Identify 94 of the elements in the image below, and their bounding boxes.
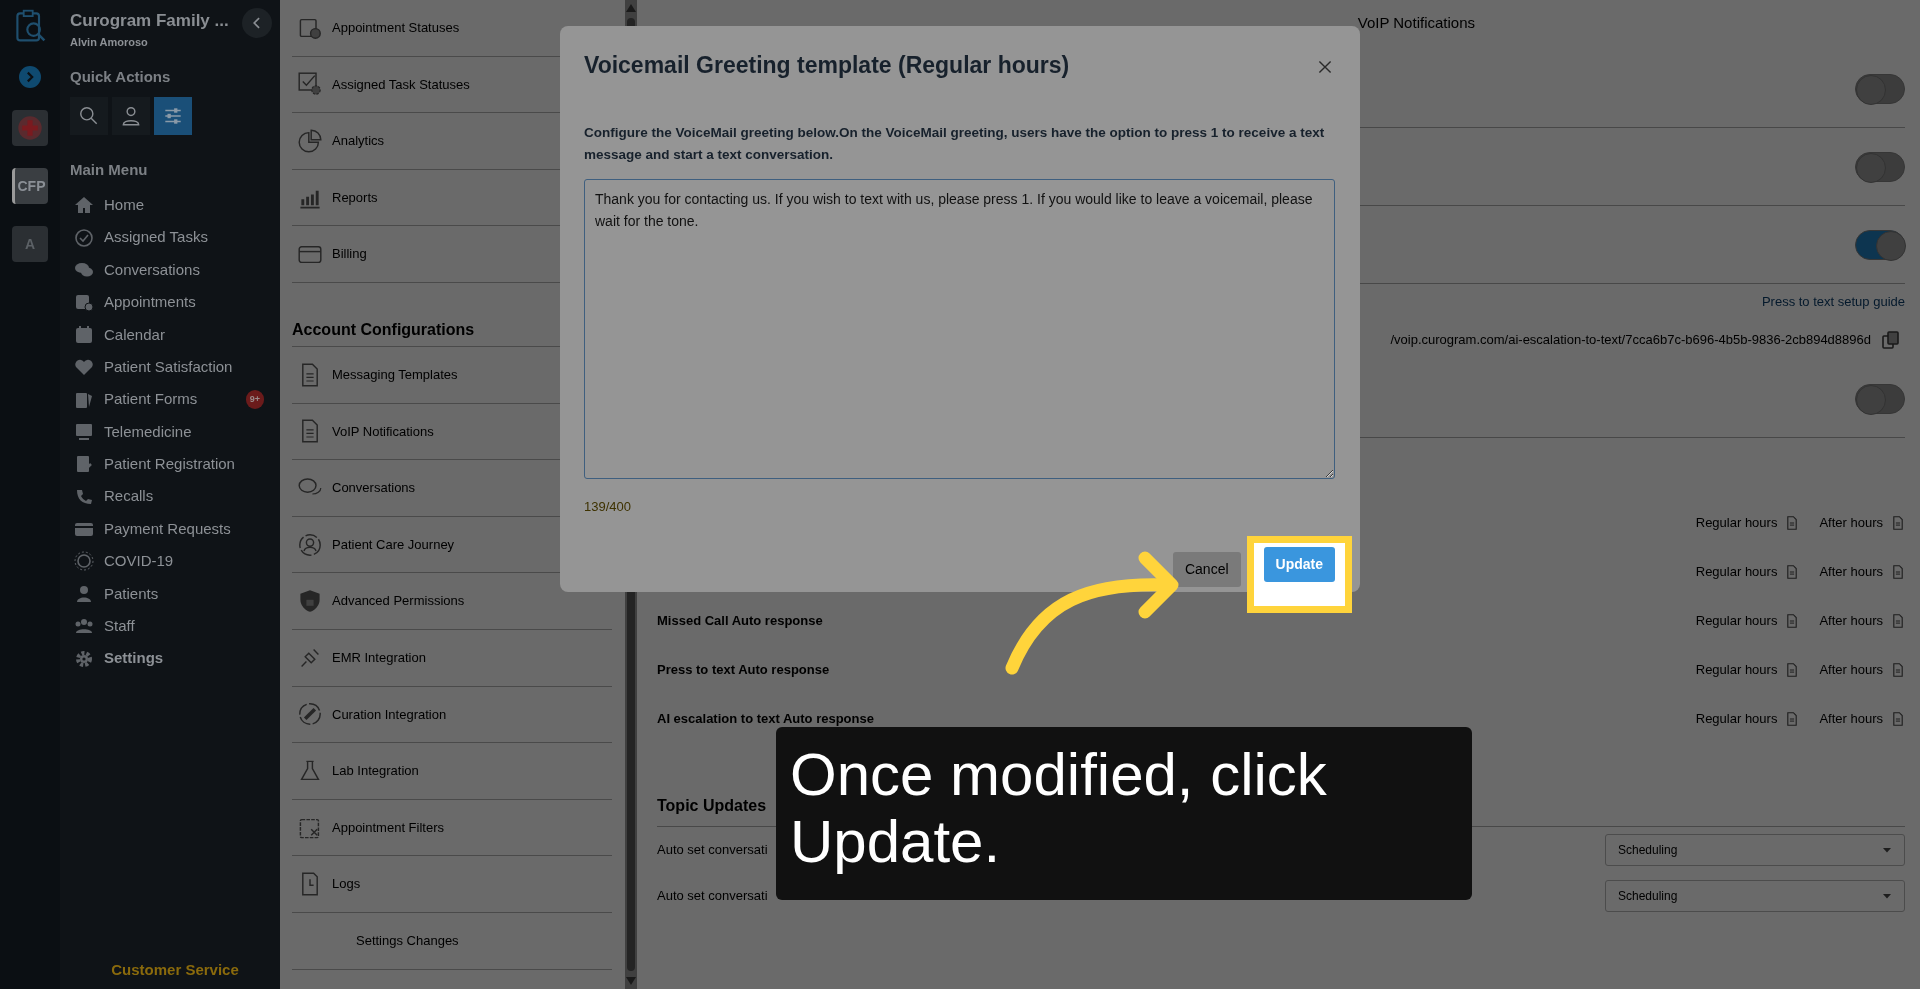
menu-item[interactable]: Conversations xyxy=(70,253,270,287)
toggle-switch[interactable] xyxy=(1855,151,1905,182)
search-icon xyxy=(78,104,100,127)
quick-action-button[interactable] xyxy=(154,96,192,135)
url-text: /voip.curogram.com/ai-escalation-to-text/7cca6b7c-b696-4b5b-9836-2cb894d8896d xyxy=(1390,331,1871,350)
template-link[interactable]: After hours xyxy=(1819,610,1883,631)
settings-menu-item[interactable]: Lab Integration xyxy=(292,743,612,800)
caret-down-icon xyxy=(1882,845,1892,855)
document-icon[interactable] xyxy=(1785,563,1800,580)
settings-menu-item[interactable]: Logs xyxy=(292,856,612,913)
greeting-text-area[interactable]: Thank you for contacting us. If you wish to text with us, please press 1. If you would like to leave a voicemail, please wait for the tone. xyxy=(584,178,1335,479)
setup-guide-link[interactable]: Press to text setup guide xyxy=(1761,292,1905,312)
caret-down-icon xyxy=(1882,891,1892,901)
template-label: AI escalation to text Auto response xyxy=(657,709,874,728)
template-link[interactable]: Regular hours xyxy=(1695,561,1778,582)
copy-icon[interactable] xyxy=(1881,330,1901,350)
edit-document-icon xyxy=(74,454,94,475)
menu-item[interactable]: Calendar xyxy=(70,318,270,351)
checkbox-gear-icon xyxy=(298,72,322,97)
menu-item[interactable]: Patients xyxy=(70,577,270,611)
notification-badge: 9+ xyxy=(245,389,264,410)
menu-item[interactable]: Assigned Tasks xyxy=(70,221,270,254)
template-link[interactable]: Regular hours xyxy=(1695,610,1778,631)
menu-item[interactable]: Appointments xyxy=(70,286,270,319)
update-button[interactable]: Update xyxy=(1263,547,1335,583)
home-icon xyxy=(74,195,94,216)
setting-label: Auto set conversati xyxy=(657,887,768,906)
flask-icon xyxy=(298,758,322,783)
settings-menu-item[interactable]: Settings Changes xyxy=(292,912,612,970)
gear-icon xyxy=(74,648,94,669)
document-icon[interactable] xyxy=(1891,661,1905,678)
settings-menu-item[interactable]: Curation Integration xyxy=(292,686,612,744)
document-icon[interactable] xyxy=(1785,710,1800,727)
template-link[interactable]: After hours xyxy=(1819,561,1883,582)
template-link[interactable]: Regular hours xyxy=(1695,659,1778,680)
dropdown-select[interactable]: Scheduling xyxy=(1605,880,1905,912)
cancel-button[interactable]: Cancel xyxy=(1172,552,1241,588)
document-icon[interactable] xyxy=(1891,563,1905,580)
menu-item[interactable]: Patient Satisfaction xyxy=(70,350,270,384)
heart-icon xyxy=(74,357,94,378)
quick-action-button[interactable] xyxy=(112,96,150,135)
toggle-switch[interactable] xyxy=(1855,73,1905,104)
template-link[interactable]: Regular hours xyxy=(1695,512,1778,533)
document-icon[interactable] xyxy=(1785,514,1800,531)
calendar-icon xyxy=(74,324,94,345)
medical-cross-icon xyxy=(17,115,43,141)
person-icon xyxy=(120,104,142,127)
menu-item[interactable]: Telemedicine xyxy=(70,415,270,449)
template-label: Missed Call Auto response xyxy=(657,611,823,630)
document-icon[interactable] xyxy=(1891,710,1905,727)
tutorial-caption: Once modified, click Update. xyxy=(776,727,1472,900)
menu-item[interactable]: Staff xyxy=(70,610,270,643)
document-icon[interactable] xyxy=(1785,612,1800,629)
section-heading: VoIP Notifications xyxy=(1356,13,1476,33)
shield-lock-icon xyxy=(298,589,322,614)
toggle-switch[interactable] xyxy=(1855,383,1905,414)
settings-menu-item[interactable]: Appointment Filters xyxy=(292,799,612,857)
org-name: Curogram Family ... xyxy=(70,10,230,32)
document-icon[interactable] xyxy=(1891,612,1905,629)
settings-menu-item[interactable]: EMR Integration xyxy=(292,629,612,687)
app-logo-tile[interactable] xyxy=(12,110,48,146)
toggle-switch[interactable] xyxy=(1855,229,1905,260)
menu-item[interactable]: Patient Registration xyxy=(70,448,270,481)
scroll-down-icon[interactable] xyxy=(626,977,636,985)
template-link[interactable]: After hours xyxy=(1819,512,1883,533)
scroll-up-icon[interactable] xyxy=(626,4,636,12)
sync-circle-icon xyxy=(298,702,322,727)
setting-label: Auto set conversati xyxy=(657,841,768,860)
customer-service-link[interactable]: Customer Service xyxy=(70,958,280,981)
dropdown-select[interactable]: Scheduling xyxy=(1605,834,1905,866)
section-title: Quick Actions xyxy=(70,67,172,87)
template-link[interactable]: After hours xyxy=(1819,708,1883,729)
menu-item[interactable]: Payment Requests xyxy=(70,512,270,546)
check-circle-icon xyxy=(74,227,94,248)
document-icon[interactable] xyxy=(1891,514,1905,531)
person-circle-icon xyxy=(298,532,322,557)
menu-item[interactable]: COVID-19 xyxy=(70,545,270,578)
close-icon xyxy=(1318,59,1332,74)
template-link[interactable]: Regular hours xyxy=(1695,708,1778,729)
menu-item[interactable]: Recalls xyxy=(70,480,270,513)
template-label: Press to text Auto response xyxy=(657,660,830,679)
quick-action-button[interactable] xyxy=(70,96,108,135)
section-title: Main Menu xyxy=(70,159,149,180)
person-icon xyxy=(74,583,94,604)
menu-item[interactable]: Patient Forms 9+ xyxy=(70,383,270,416)
template-link[interactable]: After hours xyxy=(1819,659,1883,680)
user-name: Alvin Amoroso xyxy=(70,34,149,50)
pie-chart-icon xyxy=(298,129,322,153)
menu-item[interactable]: Home xyxy=(70,189,270,222)
menu-item[interactable]: Settings xyxy=(70,642,270,675)
account-tile[interactable]: CFP xyxy=(12,168,48,204)
document-icon[interactable] xyxy=(1785,661,1800,678)
chevron-right-icon[interactable] xyxy=(19,66,41,88)
collapse-button[interactable] xyxy=(242,8,272,38)
